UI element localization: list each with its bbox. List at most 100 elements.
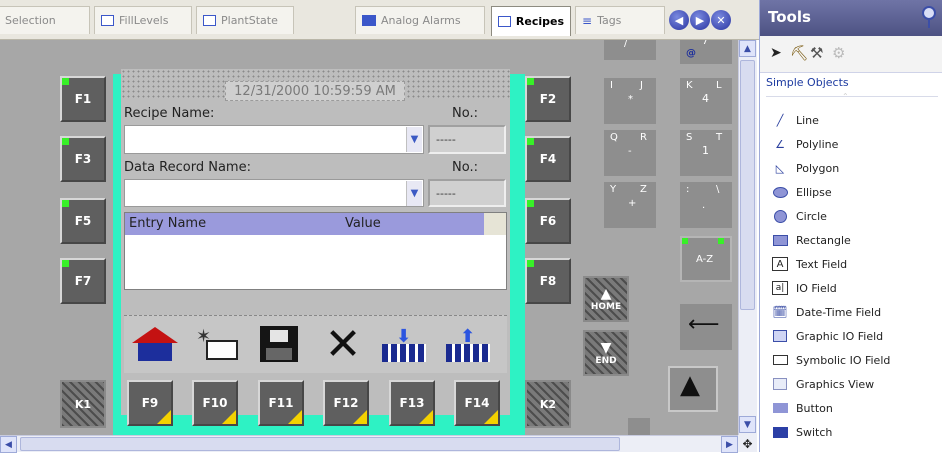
write-to-plc-button[interactable]: ⬆	[440, 320, 498, 368]
tab-recipes[interactable]: Recipes	[491, 6, 571, 36]
tool-graphic-io-field[interactable]: Graphic IO Field	[772, 325, 883, 347]
function-key-f8[interactable]: F8	[525, 258, 571, 304]
function-key-f9[interactable]: F9	[127, 380, 173, 426]
tool-io-field[interactable]: a| IO Field	[772, 277, 837, 299]
corner-key-k2[interactable]: K2	[525, 380, 571, 428]
calendar-clock-icon: 🗓	[772, 305, 788, 319]
key-label: HOME	[590, 302, 622, 312]
keypad-key-qr[interactable]: Q R-	[604, 130, 656, 176]
pointer-icon[interactable]: ➤	[770, 45, 782, 61]
tool-symbolic-io-field[interactable]: Symbolic IO Field	[772, 349, 890, 371]
chevron-up-icon[interactable]: ▲	[739, 40, 756, 57]
delete-record-button[interactable]: ✕	[314, 319, 372, 370]
library-icon[interactable]: ⚙	[832, 44, 845, 62]
keypad-key-st[interactable]: S T1	[680, 130, 732, 176]
key-label: A-Z	[696, 254, 714, 265]
tool-text-field[interactable]: A Text Field	[772, 253, 847, 275]
tab-selection[interactable]: Selection	[0, 6, 90, 34]
tool-rectangle[interactable]: Rectangle	[772, 229, 851, 251]
save-record-button[interactable]	[250, 320, 308, 368]
cursor-up-key[interactable]: ▲	[668, 366, 718, 412]
key-corner-marker	[484, 410, 498, 424]
keypad-key[interactable]: /	[604, 40, 656, 60]
recipe-view[interactable]: 12/31/2000 10:59:59 AM Recipe Name: No.:…	[121, 69, 510, 415]
corner-key-k1[interactable]: K1	[60, 380, 106, 428]
function-key-f6[interactable]: F6	[525, 198, 571, 244]
function-key-f5[interactable]: F5	[60, 198, 106, 244]
tab-plantstate[interactable]: PlantState	[196, 6, 294, 34]
function-key-f1[interactable]: F1	[60, 76, 106, 122]
function-key-f2[interactable]: F2	[525, 76, 571, 122]
recipe-name-combo[interactable]: ▼	[124, 125, 424, 154]
record-name-combo[interactable]: ▼	[124, 179, 424, 207]
tools-icon[interactable]: ⚒	[810, 44, 823, 62]
vertical-scrollbar[interactable]: ▲ ▼	[738, 40, 757, 435]
key-label: K1	[74, 397, 92, 411]
home-recipe-button[interactable]	[126, 320, 184, 368]
keypad-key-az[interactable]: A-Z	[680, 236, 732, 282]
read-from-plc-button[interactable]: ⬇	[376, 320, 434, 368]
chevron-right-icon[interactable]: ▶	[721, 436, 738, 453]
tab-tags[interactable]: ≡ Tags	[575, 6, 665, 34]
home-key[interactable]: ▲ HOME	[583, 276, 629, 322]
end-key[interactable]: ▼ END	[583, 330, 629, 376]
record-no-field[interactable]: -----	[428, 179, 506, 207]
keypad-key-kl[interactable]: K L4	[680, 78, 732, 124]
keypad-key-7[interactable]: 7 @	[680, 40, 732, 64]
function-key-f10[interactable]: F10	[192, 380, 238, 426]
chevron-left-icon[interactable]: ◀	[0, 436, 17, 453]
column-entry-name[interactable]: Entry Name	[129, 216, 206, 231]
pin-icon[interactable]	[920, 6, 938, 28]
keypad-key-ij[interactable]: I J *	[604, 78, 656, 124]
collapse-arrow-icon[interactable]: ⌃	[842, 92, 854, 101]
function-key-f3[interactable]: F3	[60, 136, 106, 182]
keypad-key-yz[interactable]: Y Z +	[604, 182, 656, 228]
tool-circle[interactable]: Circle	[772, 205, 827, 227]
nav-forward-button[interactable]: ▶	[690, 10, 710, 30]
tool-graphics-view[interactable]: Graphics View	[772, 373, 874, 395]
close-tab-button[interactable]: ✕	[711, 10, 731, 30]
tab-analog-alarms[interactable]: Analog Alarms	[355, 6, 485, 34]
nav-back-button[interactable]: ◀	[669, 10, 689, 30]
function-key-f14[interactable]: F14	[454, 380, 500, 426]
hmi-panel-canvas[interactable]: F1 F3 F5 F7 F2 F4 F6 F8 12/31/2000 10:59…	[0, 40, 738, 435]
tool-polygon[interactable]: ◺ Polygon	[772, 157, 839, 179]
download-to-plc-icon: ⬇	[382, 326, 428, 362]
keypad-key[interactable]	[628, 418, 650, 435]
chevron-down-icon[interactable]: ▼	[739, 416, 756, 433]
recipe-entries-table[interactable]: Entry Name Value	[124, 212, 507, 290]
tool-button[interactable]: Button	[772, 397, 833, 419]
excavator-icon[interactable]: ⛏	[790, 44, 809, 62]
scroll-thumb[interactable]	[740, 60, 755, 310]
column-value[interactable]: Value	[345, 216, 381, 231]
key-label: .	[702, 200, 706, 211]
backspace-key[interactable]: ⟵	[680, 304, 732, 350]
led-indicator	[527, 200, 534, 207]
function-key-f13[interactable]: F13	[389, 380, 435, 426]
tool-polyline[interactable]: ∠ Polyline	[772, 133, 838, 155]
tool-line[interactable]: ╱ Line	[772, 109, 819, 131]
chevron-down-icon[interactable]: ▼	[406, 127, 422, 152]
line-icon: ╱	[776, 113, 784, 127]
led-indicator	[527, 78, 534, 85]
function-key-f11[interactable]: F11	[258, 380, 304, 426]
tool-date-time-field[interactable]: 🗓 Date-Time Field	[772, 301, 881, 323]
pan-move-icon[interactable]: ✥	[738, 435, 757, 452]
keypad-key-colon[interactable]: : \.	[680, 182, 732, 228]
recipe-no-field[interactable]: -----	[428, 125, 506, 154]
function-key-f12[interactable]: F12	[323, 380, 369, 426]
new-record-button[interactable]: ✶	[188, 320, 246, 368]
text-field-icon: A	[772, 257, 788, 271]
function-key-f4[interactable]: F4	[525, 136, 571, 182]
tool-label: Symbolic IO Field	[796, 353, 891, 367]
category-simple-objects[interactable]: Simple Objects	[760, 72, 942, 94]
tool-switch[interactable]: Switch	[772, 421, 832, 443]
horizontal-scrollbar[interactable]: ◀ ▶	[0, 435, 738, 453]
key-label: F1	[74, 92, 92, 106]
function-key-f7[interactable]: F7	[60, 258, 106, 304]
tab-filllevels[interactable]: FillLevels	[94, 6, 192, 34]
tool-ellipse[interactable]: Ellipse	[772, 181, 832, 203]
chevron-down-icon[interactable]: ▼	[406, 181, 422, 206]
key-label: F9	[141, 396, 159, 410]
scroll-thumb[interactable]	[20, 437, 620, 451]
